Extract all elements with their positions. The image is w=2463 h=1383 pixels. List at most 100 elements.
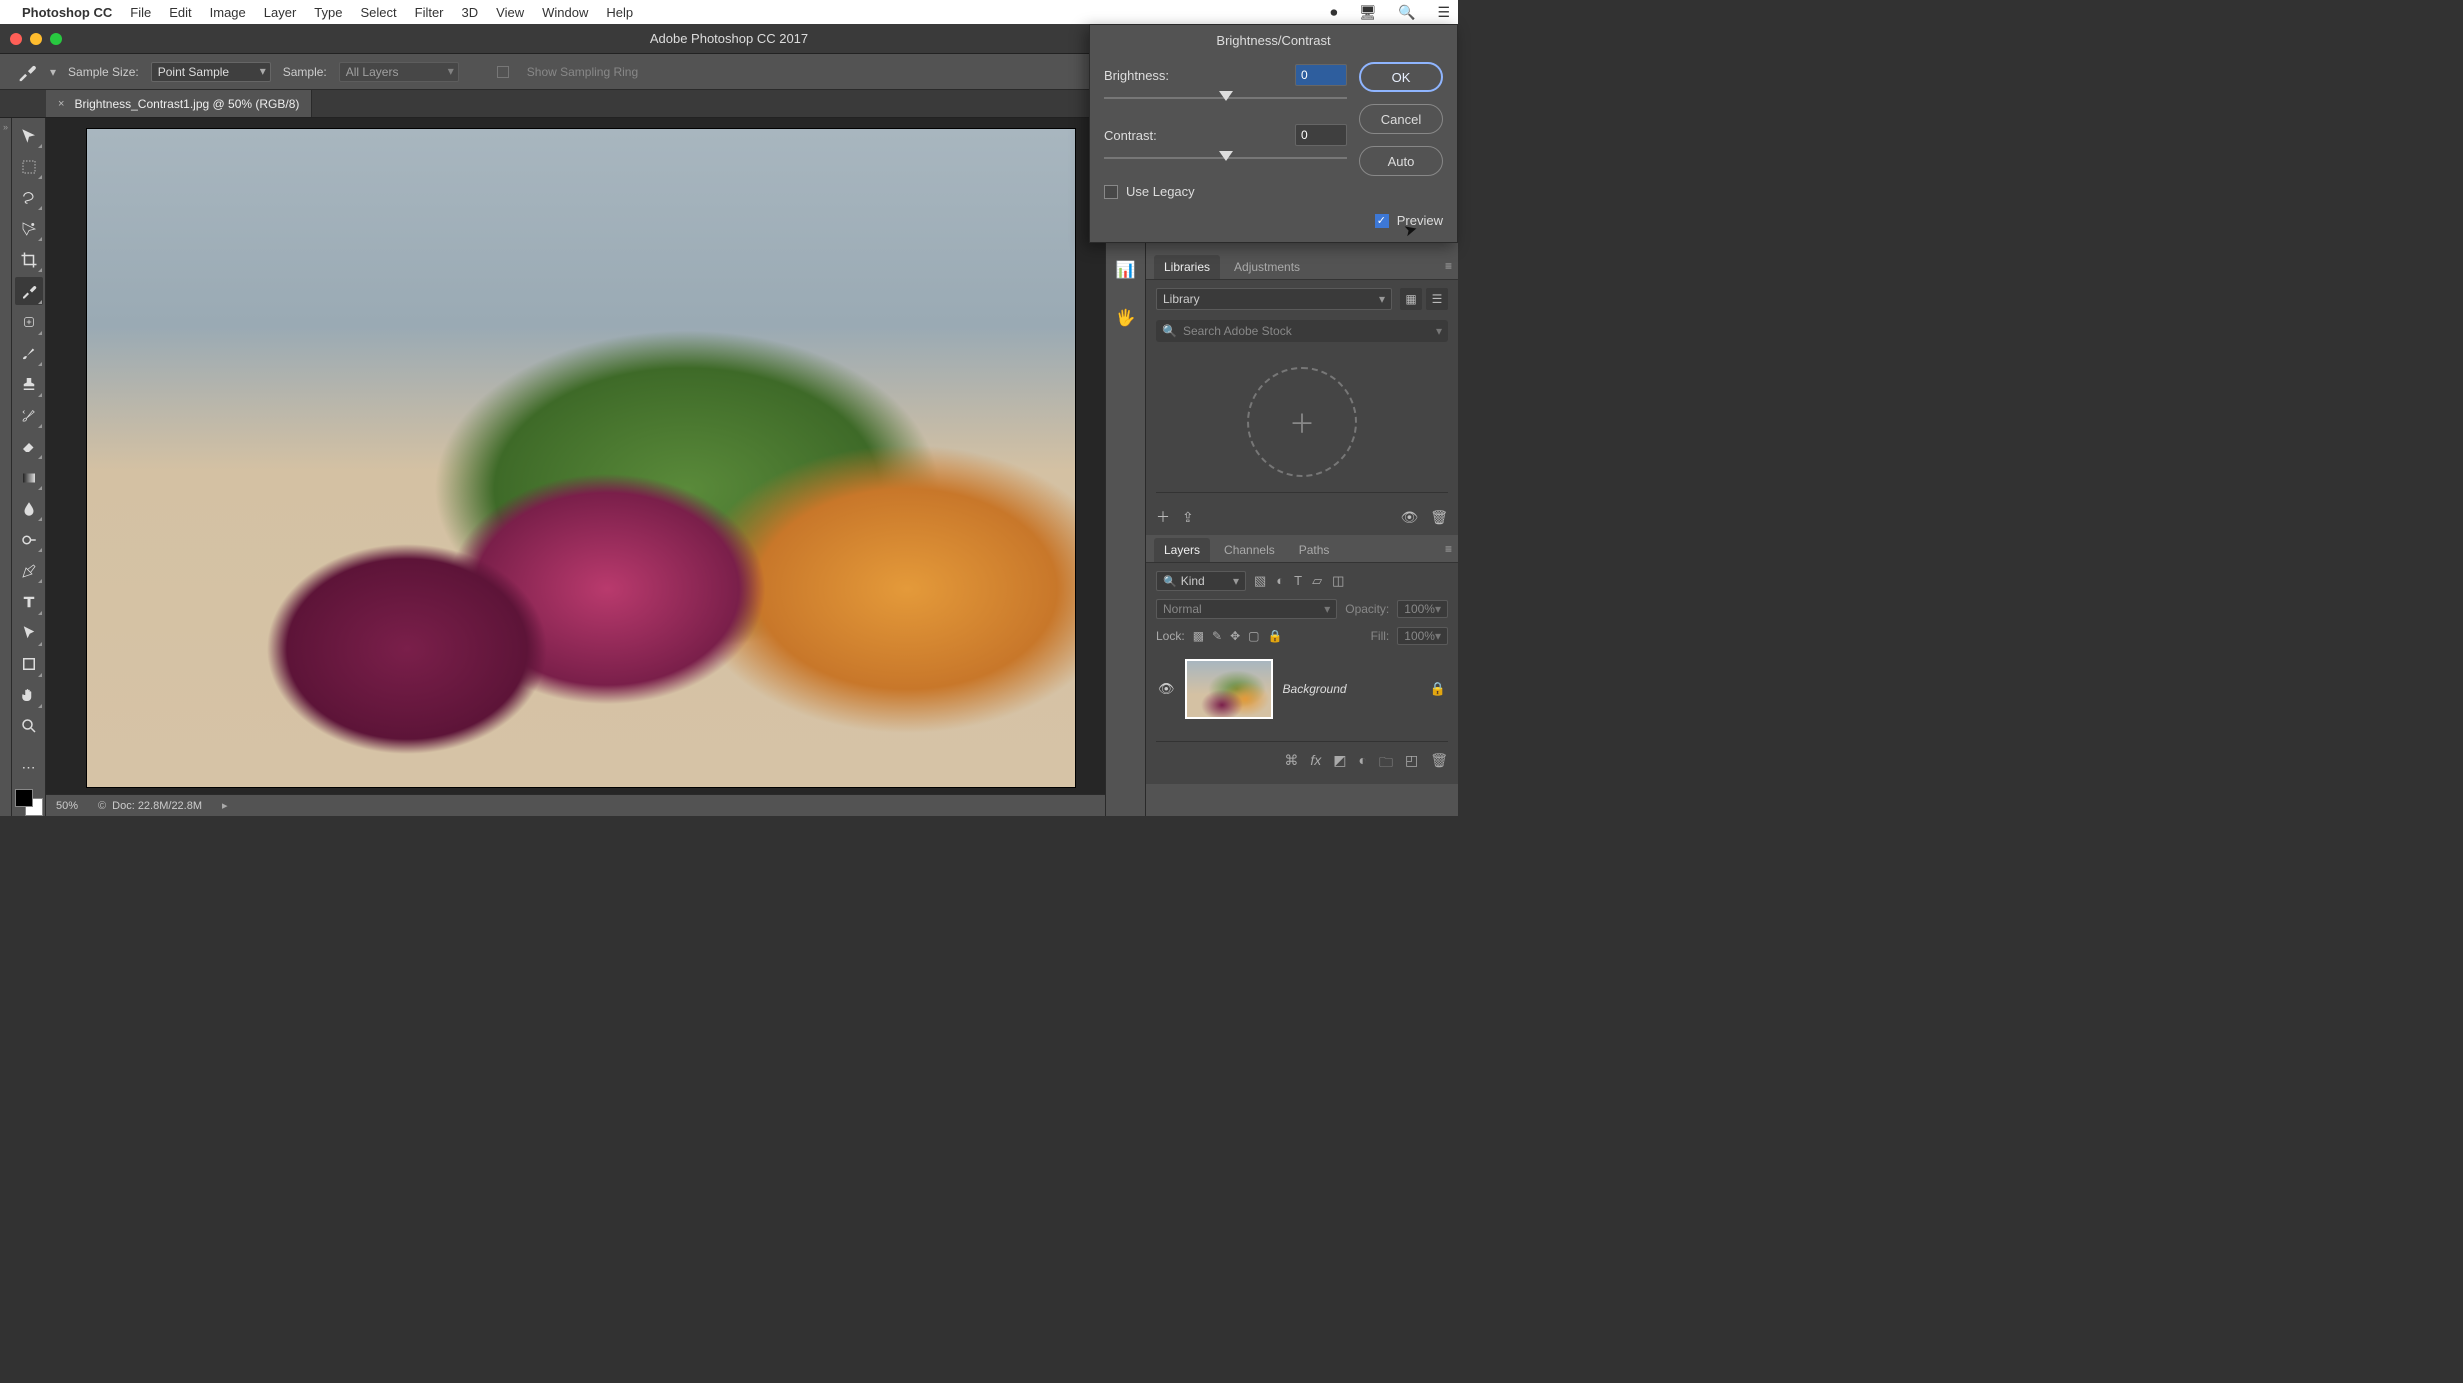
layer-fx-icon[interactable]: fx [1310,752,1321,776]
menu-help[interactable]: Help [606,5,633,20]
tool-preset-chevron-icon[interactable]: ▾ [50,65,56,79]
ok-button[interactable]: OK [1359,62,1443,92]
layers-panel-menu-icon[interactable]: ≡ [1445,542,1452,556]
status-doc-info[interactable]: Doc: 22.8M/22.8M [98,800,202,812]
library-add-icon[interactable]: ＋ [1156,507,1170,527]
sample-size-select[interactable]: Point Sample [151,62,271,82]
canvas-area[interactable]: 50% Doc: 22.8M/22.8M ▸ [46,118,1145,816]
lock-pixels-icon[interactable]: ✎ [1212,629,1222,643]
tool-shape[interactable] [15,651,43,678]
library-upload-icon[interactable]: ⇪ [1182,509,1194,526]
menu-select[interactable]: Select [360,5,396,20]
foreground-color-swatch[interactable] [15,789,33,807]
layer-filter-kind-select[interactable]: 🔍Kind [1156,571,1246,591]
delete-layer-icon[interactable]: 🗑 [1430,752,1448,776]
brightness-slider[interactable] [1104,90,1347,106]
library-list-view-icon[interactable]: ☰ [1426,288,1448,310]
document-tab[interactable]: × Brightness_Contrast1.jpg @ 50% (RGB/8) [46,90,312,117]
lock-position-icon[interactable]: ✥ [1230,629,1240,643]
tool-presets-dock-icon[interactable]: 🖐 [1112,304,1140,332]
filter-type-icon[interactable]: T [1294,573,1302,589]
panel-collapse-strip[interactable]: » [0,118,12,816]
menu-view[interactable]: View [496,5,524,20]
tool-pen[interactable] [15,557,43,584]
window-zoom-button[interactable] [50,33,62,45]
layer-visibility-icon[interactable]: 👁 [1158,681,1175,697]
tool-dodge[interactable] [15,526,43,553]
status-flyout-icon[interactable]: ▸ [222,799,228,812]
menu-file[interactable]: File [130,5,151,20]
status-zoom[interactable]: 50% [56,800,78,812]
menu-window[interactable]: Window [542,5,588,20]
display-icon[interactable]: 🖥 [1359,4,1377,20]
filter-pixel-icon[interactable]: ▧ [1254,573,1266,589]
menu-layer[interactable]: Layer [264,5,297,20]
menu-image[interactable]: Image [210,5,246,20]
current-tool-icon[interactable] [16,61,38,83]
use-legacy-checkbox[interactable]: Use Legacy [1104,184,1347,199]
blend-mode-select[interactable]: Normal [1156,599,1337,619]
histogram-dock-icon[interactable]: 📊 [1112,256,1140,284]
tool-healing[interactable] [15,309,43,336]
tool-brush[interactable] [15,340,43,367]
tool-zoom[interactable] [15,713,43,740]
library-drop-zone[interactable]: ＋ [1156,362,1448,482]
spotlight-icon[interactable]: 🔍 [1398,4,1415,20]
tool-blur[interactable] [15,495,43,522]
layer-mask-icon[interactable]: ◩ [1333,752,1346,776]
contrast-slider[interactable] [1104,150,1347,166]
library-trash-icon[interactable]: 🗑 [1430,509,1448,526]
layer-name[interactable]: Background [1283,682,1347,696]
close-tab-icon[interactable]: × [58,98,64,110]
layer-row[interactable]: 👁 Background 🔒 [1156,655,1448,723]
tab-paths[interactable]: Paths [1289,538,1340,562]
tool-eraser[interactable] [15,433,43,460]
opacity-field[interactable]: 100% [1397,600,1448,618]
tool-type[interactable] [15,588,43,615]
brightness-input[interactable] [1295,64,1347,86]
window-close-button[interactable] [10,33,22,45]
document-canvas[interactable] [86,128,1076,788]
menu-3d[interactable]: 3D [462,5,479,20]
tool-edit-toolbar[interactable]: ⋯ [15,754,43,781]
tool-marquee[interactable] [15,153,43,180]
new-layer-icon[interactable]: ◰ [1405,752,1418,776]
library-search-input[interactable]: 🔍 Search Adobe Stock [1156,320,1448,342]
adjustment-layer-icon[interactable]: ◐ [1359,752,1367,776]
menu-type[interactable]: Type [314,5,342,20]
filter-adjustment-icon[interactable]: ◐ [1276,573,1284,589]
lock-transparency-icon[interactable]: ▩ [1193,629,1204,643]
link-layers-icon[interactable]: ⌘ [1284,752,1298,776]
tool-move[interactable] [15,122,43,149]
tool-gradient[interactable] [15,464,43,491]
library-select[interactable]: Library [1156,288,1392,310]
library-grid-view-icon[interactable]: ▦ [1400,288,1422,310]
lock-artboard-icon[interactable]: ▢ [1248,629,1259,643]
app-name[interactable]: Photoshop CC [22,5,112,20]
foreground-background-colors[interactable] [15,789,43,816]
tab-channels[interactable]: Channels [1214,538,1285,562]
menu-filter[interactable]: Filter [415,5,444,20]
tool-quick-select[interactable] [15,215,43,242]
tab-adjustments[interactable]: Adjustments [1224,255,1310,279]
library-preview-icon[interactable]: 👁 [1400,509,1418,526]
layer-lock-icon[interactable]: 🔒 [1430,681,1446,697]
tool-eyedropper[interactable] [15,277,43,304]
window-minimize-button[interactable] [30,33,42,45]
menu-extras-icon[interactable]: ☰ [1437,4,1450,20]
tool-history-brush[interactable] [15,402,43,429]
fill-field[interactable]: 100% [1397,627,1448,645]
tool-hand[interactable] [15,682,43,709]
tab-layers[interactable]: Layers [1154,538,1210,562]
tool-lasso[interactable] [15,184,43,211]
tab-libraries[interactable]: Libraries [1154,255,1220,279]
show-sampling-ring-checkbox[interactable] [497,66,509,78]
lock-all-icon[interactable]: 🔒 [1268,629,1283,643]
contrast-input[interactable] [1295,124,1347,146]
tool-crop[interactable] [15,246,43,273]
layer-thumbnail[interactable] [1185,659,1273,719]
filter-smart-icon[interactable]: ◫ [1332,573,1344,589]
menu-edit[interactable]: Edit [169,5,191,20]
panel-menu-icon[interactable]: ≡ [1445,259,1452,273]
tool-stamp[interactable] [15,371,43,398]
